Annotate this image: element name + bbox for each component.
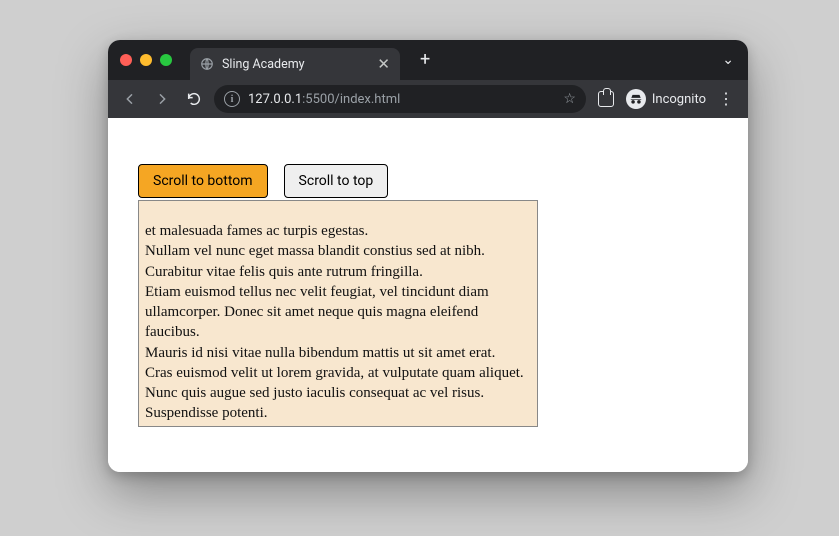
text-line: Suspendisse potenti. [145,403,531,423]
site-info-icon[interactable]: i [224,91,240,107]
text-line: Nullam vel nunc eget massa blandit const… [145,241,531,261]
back-button[interactable] [118,87,142,111]
incognito-label: Incognito [652,92,706,107]
extensions-button[interactable] [594,87,618,111]
page-viewport: Scroll to bottom Scroll to top et malesu… [108,118,748,472]
window-close-button[interactable] [120,54,132,66]
globe-icon [200,57,214,71]
window-maximize-button[interactable] [160,54,172,66]
text-line: Cras euismod velit ut lorem gravida, at … [145,363,531,383]
browser-toolbar: i 127.0.0.1:5500/index.html ☆ Incognito … [108,80,748,118]
address-bar[interactable]: i 127.0.0.1:5500/index.html ☆ [214,85,586,113]
window-controls [120,54,172,66]
titlebar: Sling Academy ✕ + ⌄ [108,40,748,80]
url-text: 127.0.0.1:5500/index.html [248,92,555,107]
window-minimize-button[interactable] [140,54,152,66]
new-tab-button[interactable]: + [416,51,434,69]
url-path: :5500/index.html [302,92,400,107]
text-line: Curabitur vitae felis quis ante rutrum f… [145,262,531,282]
tab-close-button[interactable]: ✕ [377,57,390,72]
bookmark-star-icon[interactable]: ☆ [563,91,576,107]
tabs-dropdown-button[interactable]: ⌄ [722,52,736,68]
page-content: Scroll to bottom Scroll to top et malesu… [108,118,748,447]
puzzle-icon [598,91,614,107]
incognito-indicator[interactable]: Incognito [626,89,706,109]
browser-menu-button[interactable]: ⋮ [714,87,738,111]
tab-title: Sling Academy [222,57,369,72]
scrollable-text-box[interactable]: et malesuada fames ac turpis egestas.Nul… [138,200,538,427]
text-line: Mauris id nisi vitae nulla bibendum matt… [145,343,531,363]
url-host: 127.0.0.1 [248,92,302,107]
text-line: Etiam euismod tellus nec velit feugiat, … [145,282,531,343]
browser-tab[interactable]: Sling Academy ✕ [190,48,400,80]
forward-button[interactable] [150,87,174,111]
text-line: et malesuada fames ac turpis egestas. [145,221,531,241]
button-row: Scroll to bottom Scroll to top [138,164,718,198]
browser-window: Sling Academy ✕ + ⌄ i 127.0.0.1:5500/ind… [108,40,748,472]
reload-button[interactable] [182,87,206,111]
scroll-to-top-button[interactable]: Scroll to top [284,164,389,198]
text-line: Nunc quis augue sed justo iaculis conseq… [145,383,531,403]
incognito-icon [626,89,646,109]
scroll-to-bottom-button[interactable]: Scroll to bottom [138,164,268,198]
